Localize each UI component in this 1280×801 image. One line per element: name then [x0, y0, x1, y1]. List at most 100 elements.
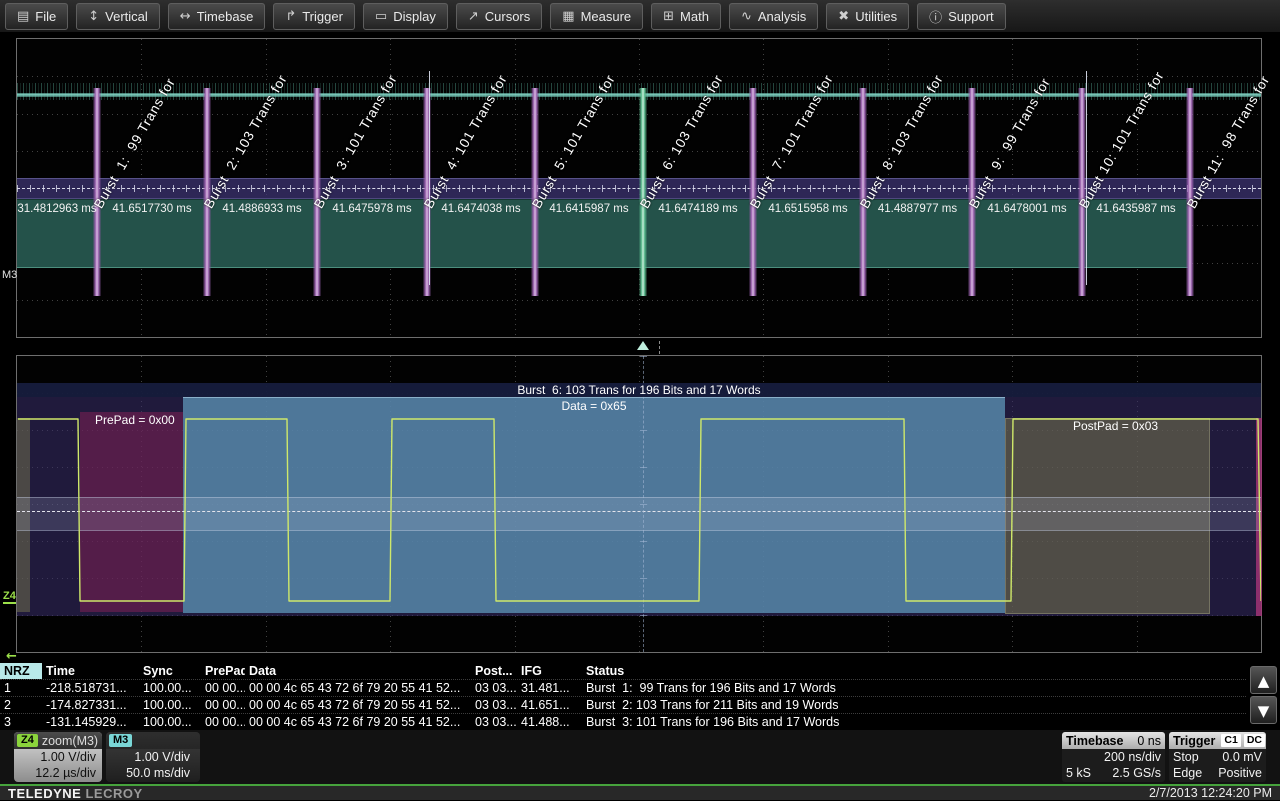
ifg-time-label: 41.6517730 ms [97, 203, 207, 216]
menu-button-file[interactable]: ▤ File [5, 3, 68, 30]
cell: 100.00... [139, 697, 201, 713]
ifg-time-label: 41.6415987 ms [535, 203, 643, 216]
ifg-time-label: 41.6475978 ms [317, 203, 427, 216]
cell: 00 00 4c 65 43 72 6f 79 20 55 41 52... [245, 680, 471, 696]
table-scroll-down-button[interactable]: ▼ [1250, 696, 1277, 724]
z4-tdiv: 12.2 µs/div [14, 765, 102, 781]
cell: 1 [0, 680, 42, 696]
menu-label: Timebase [197, 9, 254, 24]
cell: 2 [0, 697, 42, 713]
cell: 00 00... [201, 697, 245, 713]
table-row[interactable]: 2-174.827331...100.00...00 00...00 00 4c… [0, 696, 1246, 713]
measure-icon: ▦ [562, 9, 574, 24]
main-grid-m3: Burst 1: 99 Trans forBurst 2: 103 Trans … [16, 38, 1262, 338]
menu-button-display[interactable]: ▭ Display [363, 3, 448, 30]
z4-title: zoom(M3) [42, 734, 98, 748]
menu-button-analysis[interactable]: ∿Analysis [729, 3, 818, 30]
ifg-time-label: 31.4812963 ms [17, 203, 97, 216]
z4-vdiv: 1.00 V/div [14, 749, 102, 765]
menu-button-vertical[interactable]: ↕Vertical [76, 3, 160, 30]
center-axis-segment [659, 341, 660, 354]
trigger-mode: Stop [1173, 749, 1199, 765]
cell: 03 03... [471, 697, 517, 713]
trigger-icon: ↱ [285, 9, 296, 24]
m3-edge-label[interactable]: M3 [2, 269, 17, 281]
cell: 41.488... [517, 714, 582, 730]
z4-descriptor-box[interactable]: Z4 zoom(M3) 1.00 V/div 12.2 µs/div [14, 732, 102, 782]
menu-button-measure[interactable]: ▦ Measure [550, 3, 643, 30]
ifg-time-label: 41.6435987 ms [1082, 203, 1190, 216]
timebase-tdiv: 200 ns/div [1104, 749, 1161, 765]
cell: Burst 3: 101 Trans for 196 Bits and 17 W… [582, 714, 1246, 730]
analysis-icon: ∿ [741, 9, 752, 24]
menu-label: Vertical [105, 9, 148, 24]
trigger-source-badge: C1 [1221, 734, 1240, 747]
menu-label: Support [948, 9, 994, 24]
datetime: 2/7/2013 12:24:20 PM [1149, 786, 1272, 800]
ifg-time-label: 41.6474189 ms [643, 203, 753, 216]
cell: -218.518731... [42, 680, 139, 696]
timebase-icon: ↔ [180, 9, 191, 24]
m3-descriptor-box[interactable]: M3 1.00 V/div 50.0 ms/div [106, 732, 200, 782]
trigger-level: 0.0 mV [1222, 749, 1262, 765]
display-icon: ▭ [375, 9, 387, 24]
cell: 03 03... [471, 714, 517, 730]
cell: -174.827331... [42, 697, 139, 713]
menu-label: Trigger [302, 9, 343, 24]
menu-label: File [35, 9, 56, 24]
menu-label: Measure [581, 9, 632, 24]
menu-button-timebase[interactable]: ↔ Timebase [168, 3, 266, 30]
cell: 100.00... [139, 714, 201, 730]
file-icon: ▤ [17, 9, 29, 24]
table-scroll-up-button[interactable]: ▲ [1250, 666, 1277, 694]
utilities-icon: ✖ [838, 9, 849, 24]
cursor-line[interactable] [1086, 71, 1087, 285]
z4-edge-label[interactable]: Z4 [3, 590, 16, 604]
menu-button-utilities[interactable]: ✖Utilities [826, 3, 909, 30]
math-icon: ⊞ [663, 9, 674, 24]
timebase-box[interactable]: Timebase 0 ns 200 ns/div 5 kS 2.5 GS/s [1062, 732, 1165, 782]
column-header-prepad: PrePad [201, 663, 245, 679]
column-header-sync: Sync [139, 663, 201, 679]
column-header-ifg: IFG [517, 663, 582, 679]
cell: 3 [0, 714, 42, 730]
cell: 100.00... [139, 680, 201, 696]
cell: -131.145929... [42, 714, 139, 730]
m3-chip: M3 [109, 734, 132, 747]
table-header-row: NRZTimeSyncPrePadDataPost...IFGStatus [0, 663, 1246, 679]
ifg-time-label: 41.4886933 ms [207, 203, 317, 216]
postpad-label: PostPad = 0x03 [1073, 419, 1158, 433]
table-row[interactable]: 3-131.145929...100.00...00 00...00 00 4c… [0, 713, 1246, 730]
menu-button-math[interactable]: ⊞ Math [651, 3, 721, 30]
m3-vdiv: 1.00 V/div [106, 749, 200, 765]
menu-button-cursors[interactable]: ↗ Cursors [456, 3, 542, 30]
prepad-label: PrePad = 0x00 [95, 413, 175, 427]
cursors-icon: ↗ [468, 9, 479, 24]
cursor-line[interactable] [429, 71, 430, 285]
ifg-time-label: 41.6478001 ms [972, 203, 1082, 216]
trigger-position-marker[interactable] [637, 341, 649, 350]
menu-label: Math [680, 9, 709, 24]
scroll-left-icon[interactable]: ← [6, 649, 17, 664]
cell: Burst 1: 99 Trans for 196 Bits and 17 Wo… [582, 680, 1246, 696]
zoom-grid-z4: Burst 6: 103 Trans for 196 Bits and 17 W… [16, 355, 1262, 653]
cell: 00 00 4c 65 43 72 6f 79 20 55 41 52... [245, 714, 471, 730]
ifg-time-label: 41.4887977 ms [863, 203, 972, 216]
trigger-box[interactable]: Trigger C1 DC Stop 0.0 mV Edge Positive [1169, 732, 1266, 782]
ifg-time-label: 41.6474038 ms [427, 203, 535, 216]
menu-bar: ▤ File ↕Vertical ↔ Timebase ↱ Trigger ▭ Display ↗… [0, 0, 1280, 33]
table-row[interactable]: 1-218.518731...100.00...00 00...00 00 4c… [0, 679, 1246, 696]
cell: Burst 2: 103 Trans for 211 Bits and 19 W… [582, 697, 1246, 713]
column-header-nrz: NRZ [0, 663, 42, 679]
z4-chip: Z4 [17, 734, 38, 747]
column-header-post: Post... [471, 663, 517, 679]
timebase-samples: 5 kS [1066, 765, 1091, 781]
nrz-waveform [17, 356, 1261, 652]
cell: 00 00... [201, 714, 245, 730]
cell: 31.481... [517, 680, 582, 696]
menu-button-support[interactable]: ⓘSupport [917, 3, 1006, 30]
menu-label: Display [393, 9, 436, 24]
menu-button-trigger[interactable]: ↱ Trigger [273, 3, 355, 30]
cell: 41.651... [517, 697, 582, 713]
menu-label: Cursors [485, 9, 531, 24]
